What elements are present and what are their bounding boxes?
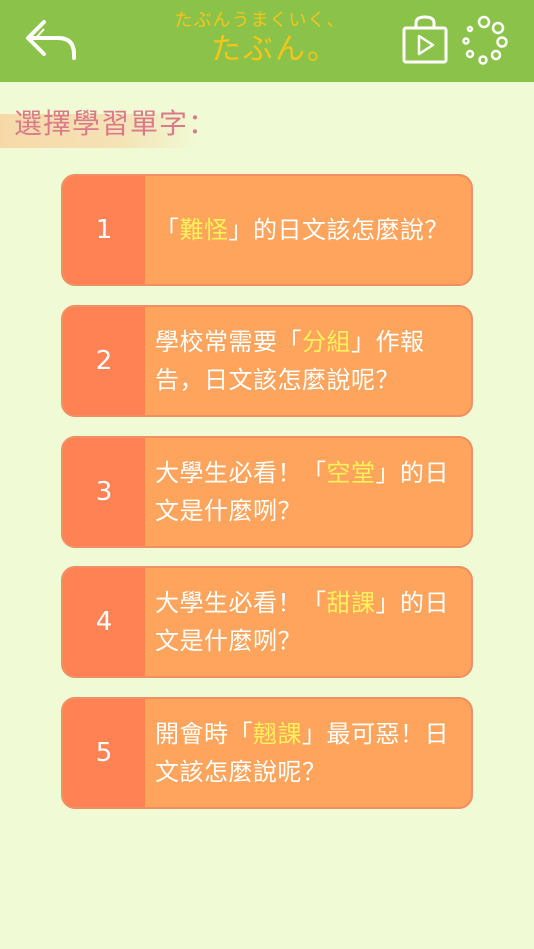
title-prefix: 大學生必看！「 [155,589,327,617]
logo-line-1: たぶんうまくいく、 [174,10,346,31]
lesson-card-3[interactable]: 3 大學生必看！「空堂」的日文是什麼咧？ [61,436,473,548]
store-button[interactable] [400,14,450,66]
lesson-number: 3 [63,438,145,546]
title-keyword: 難怪 [179,216,229,244]
loading-dots-icon [462,15,508,65]
app-logo: たぶんうまくいく、 たぶん。 [150,10,370,74]
back-button[interactable] [18,12,82,68]
title-suffix: 」的日文該怎麼說？ [228,216,449,244]
lesson-card-4[interactable]: 4 大學生必看！「甜課」的日文是什麼咧？ [61,566,473,678]
back-arrow-icon [26,20,76,60]
title-prefix: 開會時「 [155,720,253,748]
lesson-number: 1 [63,176,145,284]
title-keyword: 翹課 [253,720,302,748]
title-prefix: 大學生必看！「 [155,459,327,487]
lesson-number: 4 [63,568,145,676]
lesson-card-1[interactable]: 1 「難怪」的日文該怎麼說？ [61,174,473,286]
play-store-bag-icon [402,15,448,64]
title-prefix: 「 [155,216,180,244]
title-keyword: 分組 [302,328,351,356]
title-keyword: 甜課 [326,589,376,617]
title-keyword: 空堂 [326,459,376,487]
menu-button[interactable] [458,14,510,66]
lesson-title: 大學生必看！「甜課」的日文是什麼咧？ [145,568,471,676]
title-prefix: 學校常需要「 [155,328,302,356]
logo-line-2: たぶん。 [211,32,339,67]
lesson-number: 5 [63,699,145,807]
lesson-card-5[interactable]: 5 開會時「翹課」最可惡！日文該怎麼說呢？ [61,697,473,809]
lesson-title: 大學生必看！「空堂」的日文是什麼咧？ [145,438,471,546]
section-label: 選擇學習單字： [14,107,218,140]
lesson-title: 「難怪」的日文該怎麼說？ [145,176,471,284]
lesson-number: 2 [63,307,145,415]
app-header: たぶんうまくいく、 たぶん。 [0,0,534,82]
lesson-title: 開會時「翹課」最可惡！日文該怎麼說呢？ [145,699,471,807]
lesson-title: 學校常需要「分組」作報告，日文該怎麼說呢？ [145,307,471,415]
lesson-card-2[interactable]: 2 學校常需要「分組」作報告，日文該怎麼說呢？ [61,305,473,417]
